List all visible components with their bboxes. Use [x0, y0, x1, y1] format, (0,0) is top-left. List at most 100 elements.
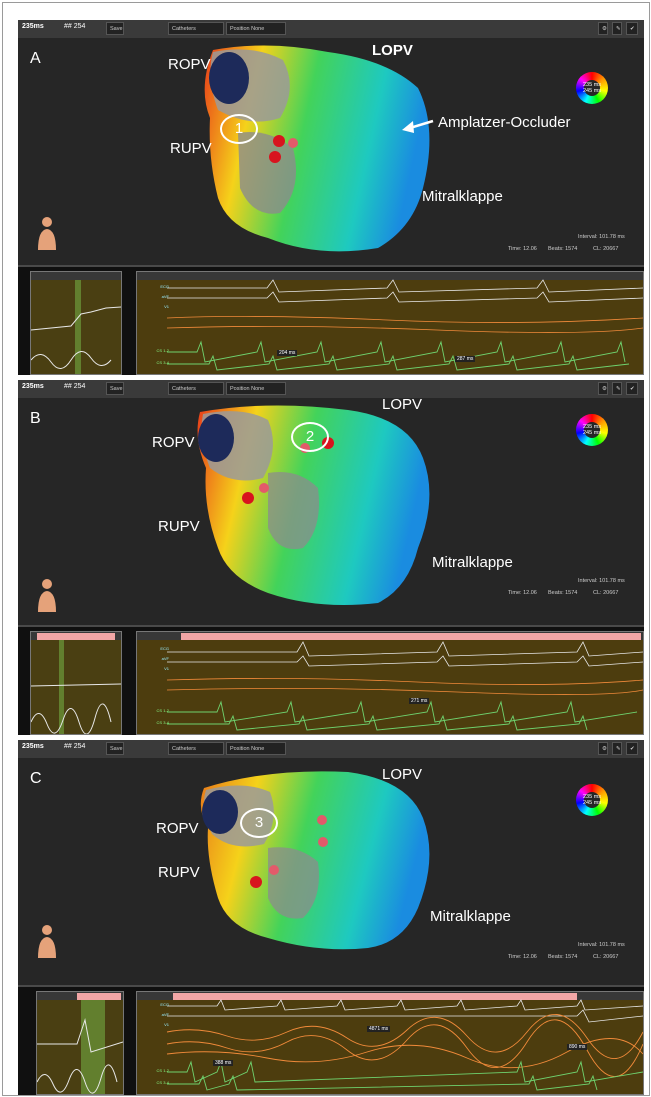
activation-map-view[interactable]: C ROPV LOPV RUPV Mitralklappe 3 235 ms 2…	[18, 758, 644, 985]
label-mitral-valve: Mitralklappe	[432, 554, 513, 571]
panel-a: 235ms ## 254 Save Catheters Position Non…	[18, 20, 644, 375]
stat-interval: Interval: 101.78 ms	[578, 942, 625, 948]
position-dropdown[interactable]: Position None	[226, 22, 286, 35]
channel-label: CS 3-4	[156, 720, 169, 725]
channel-label: CS 1-2	[156, 348, 169, 353]
catheter-dropdown[interactable]: Catheters	[168, 22, 224, 35]
ablation-point	[269, 151, 281, 163]
pv-ostium	[209, 52, 249, 104]
channel-label: CS 1-2	[156, 708, 169, 713]
label-rupv: RUPV	[158, 864, 200, 881]
channel-label: ECG	[160, 284, 169, 289]
channel-label: ECG	[160, 646, 169, 651]
stat-time: Time: 12.06	[508, 590, 537, 596]
stat-beats: Beats: 1574	[548, 246, 578, 252]
position-value: None	[251, 26, 265, 32]
stat-time: Time: 12.06	[508, 246, 537, 252]
pv-ostium	[202, 790, 238, 834]
check-icon[interactable]: ✔	[626, 382, 638, 395]
ablation-point	[269, 865, 279, 875]
settings-icon[interactable]: ⚙	[598, 742, 608, 755]
pen-icon[interactable]: ✎	[612, 742, 622, 755]
label-lopv: LOPV	[382, 396, 423, 413]
panel-toolbar: 235ms ## 254 Save Catheters Position Non…	[18, 20, 644, 39]
pen-icon[interactable]: ✎	[612, 382, 622, 395]
save-button[interactable]: Save	[106, 382, 124, 395]
channel-label: V1	[164, 666, 169, 671]
signal-window: ECG aVF V1 CS 1-2 CS 3-4 204 ms 287 ms	[136, 271, 644, 375]
count-prefix: ##	[64, 23, 72, 30]
position-dropdown[interactable]: Position None	[226, 382, 286, 395]
count-value: 254	[73, 23, 86, 30]
panel-toolbar: 235ms ## 254 Save Catheters Position Non…	[18, 740, 644, 759]
ablation-point	[242, 492, 254, 504]
interval-label: 388 ms	[213, 1060, 234, 1066]
point-count: ## 254	[64, 743, 85, 750]
settings-icon[interactable]: ⚙	[598, 382, 608, 395]
label-occluder: Amplatzer-Occluder	[438, 114, 571, 131]
reference-window	[36, 991, 124, 1095]
site-number: 2	[291, 422, 329, 452]
settings-icon[interactable]: ⚙	[598, 22, 608, 35]
atrium-map	[204, 45, 434, 252]
channel-label: aVF	[161, 656, 169, 661]
signal-window: ECG aVF V1 CS 1-2 CS 3-4 4871 ms 388 ms …	[136, 991, 644, 1095]
point-count: ## 254	[64, 383, 85, 390]
pv-ostium	[198, 414, 234, 462]
check-icon[interactable]: ✔	[626, 22, 638, 35]
channel-label: CS 3-4	[156, 360, 169, 365]
stat-cl: CL: 20667	[593, 590, 619, 596]
label-ropv: ROPV	[156, 820, 199, 837]
position-label: Position	[230, 386, 250, 392]
position-label: Position	[230, 26, 250, 32]
activation-map-view[interactable]: B ROPV LOPV RUPV Mitralklappe 2 235 ms 2…	[18, 396, 644, 625]
ablation-point	[317, 815, 327, 825]
ablation-point	[318, 837, 328, 847]
stat-cl: CL: 20667	[593, 954, 619, 960]
stat-beats: Beats: 1574	[548, 590, 578, 596]
pen-icon[interactable]: ✎	[612, 22, 622, 35]
position-value: None	[251, 746, 265, 752]
colorwheel-text-2: 245 ms	[583, 88, 602, 94]
activation-map-view[interactable]: A ROPV LOPV RUPV Mitralklappe Amplatzer-…	[18, 38, 644, 265]
atrium-map	[200, 771, 430, 950]
ablation-point	[250, 876, 262, 888]
label-ropv: ROPV	[152, 434, 195, 451]
check-icon[interactable]: ✔	[626, 742, 638, 755]
stat-cl: CL: 20667	[593, 246, 619, 252]
catheter-dropdown[interactable]: Catheters	[168, 382, 224, 395]
interval-label: 287 ms	[455, 356, 476, 362]
stat-interval: Interval: 101.78 ms	[578, 234, 625, 240]
electrogram-tracks[interactable]: ECG aVF V1 CS 1-2 CS 3-4 271 ms	[18, 625, 644, 735]
cycle-length-readout: 235ms	[22, 23, 44, 30]
save-button[interactable]: Save	[106, 22, 124, 35]
channel-label: V1	[164, 304, 169, 309]
reference-window	[30, 271, 122, 375]
position-dropdown[interactable]: Position None	[226, 742, 286, 755]
position-label: Position	[230, 746, 250, 752]
panel-c: 235ms ## 254 Save Catheters Position Non…	[18, 740, 644, 1095]
signal-window: ECG aVF V1 CS 1-2 CS 3-4 271 ms	[136, 631, 644, 735]
save-button[interactable]: Save	[106, 742, 124, 755]
ablation-point	[259, 483, 269, 493]
position-value: None	[251, 386, 265, 392]
interval-label: 890 ms	[567, 1044, 588, 1050]
count-value: 254	[73, 383, 86, 390]
panel-toolbar: 235ms ## 254 Save Catheters Position Non…	[18, 380, 644, 399]
channel-label: aVF	[161, 1012, 169, 1017]
cycle-length-readout: 235ms	[22, 383, 44, 390]
interval-label: 4871 ms	[367, 1026, 391, 1032]
ablation-point	[288, 138, 298, 148]
electrogram-tracks[interactable]: ECG aVF V1 CS 1-2 CS 3-4 204 ms 287 ms	[18, 265, 644, 375]
body-orientation-icon[interactable]	[36, 578, 58, 612]
catheter-dropdown[interactable]: Catheters	[168, 742, 224, 755]
interval-label: 204 ms	[277, 350, 298, 356]
reference-window	[30, 631, 122, 735]
channel-label: V1	[164, 1022, 169, 1027]
ablation-point	[273, 135, 285, 147]
body-orientation-icon[interactable]	[36, 924, 58, 958]
site-number: 1	[220, 114, 258, 144]
colorwheel-text-2: 245 ms	[583, 800, 602, 806]
body-orientation-icon[interactable]	[36, 216, 58, 250]
electrogram-tracks[interactable]: ECG aVF V1 CS 1-2 CS 3-4 4871 ms 388 ms …	[18, 985, 644, 1095]
